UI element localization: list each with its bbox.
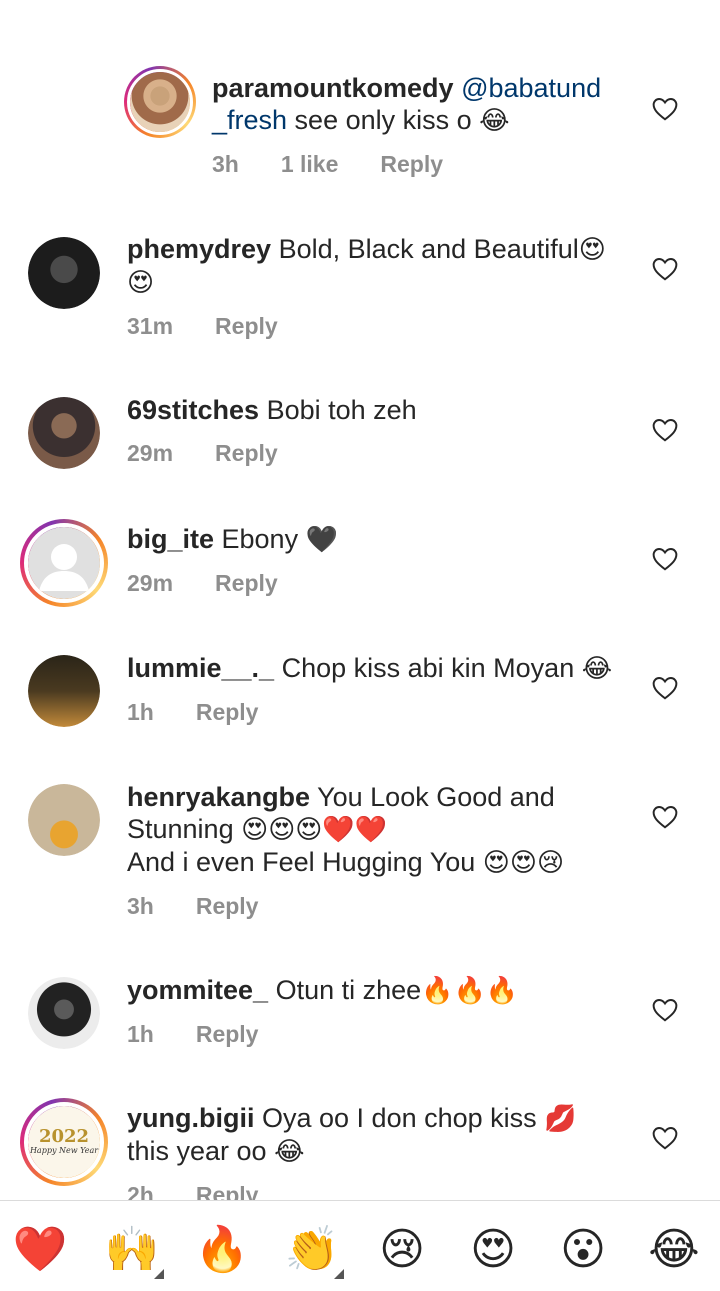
- comment-mention-cont[interactable]: _fresh: [212, 105, 287, 135]
- laughing-emoji-icon: 😂: [479, 106, 510, 136]
- avatar[interactable]: [28, 784, 100, 856]
- comment-text: yung.bigii Oya oo I don chop kiss 💋 this…: [127, 1102, 627, 1168]
- heart-eyes-and-hearts-emoji-icon: 😍😍😍❤️❤️: [241, 815, 388, 845]
- comment-time: 29m: [127, 570, 174, 596]
- like-heart-icon[interactable]: [651, 674, 679, 702]
- reply-button[interactable]: Reply: [380, 151, 443, 178]
- comment-mention[interactable]: @babatund: [461, 73, 601, 103]
- like-heart-icon[interactable]: [651, 545, 679, 573]
- avatar[interactable]: [28, 397, 100, 469]
- like-heart-icon[interactable]: [651, 1124, 679, 1152]
- kiss-lips-emoji-icon: 💋: [544, 1104, 577, 1134]
- comment-text: yommitee_ Otun ti zhee🔥🔥🔥: [127, 974, 627, 1007]
- comment-time: 3h: [212, 151, 239, 177]
- reply-button[interactable]: Reply: [215, 313, 278, 340]
- heart-eyes-and-crying-emoji-icon: 😍😍😢: [482, 848, 565, 878]
- avatar[interactable]: [28, 655, 100, 727]
- avatar[interactable]: 2022 Happy New Year: [20, 1098, 108, 1186]
- comment-body: see only kiss o: [287, 105, 480, 135]
- clapping-hands-emoji-button[interactable]: 👏: [284, 1221, 344, 1279]
- like-heart-icon[interactable]: [651, 255, 679, 283]
- heart-eyes-emoji-icon: 😍: [127, 268, 155, 298]
- like-heart-icon[interactable]: [651, 803, 679, 831]
- comment-body: Bobi toh zeh: [259, 395, 417, 425]
- comment-username[interactable]: henryakangbe: [127, 782, 310, 812]
- avatar[interactable]: [124, 66, 196, 138]
- emoji-reaction-bar: ❤️ 🙌 🔥 👏 😢 😍 😮 😂: [0, 1201, 720, 1291]
- comment-username[interactable]: phemydrey: [127, 234, 271, 264]
- comment-username[interactable]: lummie__._: [127, 653, 274, 683]
- comment-text: henryakangbe You Look Good and Stunning …: [127, 781, 637, 879]
- like-heart-icon[interactable]: [651, 95, 679, 123]
- crying-face-emoji-button[interactable]: 😢: [374, 1221, 430, 1277]
- default-avatar-icon: [39, 544, 89, 591]
- comment-body: Otun ti zhee: [268, 975, 422, 1005]
- comment-body: Chop kiss abi kin Moyan: [274, 653, 582, 683]
- comment-body: Ebony: [214, 524, 306, 554]
- clapping-hands-emoji-icon: 👏: [284, 1224, 340, 1275]
- comment-text: 69stitches Bobi toh zeh: [127, 394, 627, 426]
- comment-body-line2: And i even Feel Hugging You: [127, 847, 483, 877]
- comment-username[interactable]: paramountkomedy: [212, 73, 454, 103]
- avatar-greeting-text: Happy New Year: [29, 1146, 99, 1155]
- comment-username[interactable]: 69stitches: [127, 395, 259, 425]
- comment-time: 1h: [127, 699, 154, 725]
- comment-text: big_ite Ebony 🖤: [127, 523, 627, 556]
- comment-text: phemydrey Bold, Black and Beautiful😍 😍: [127, 233, 627, 299]
- reply-button[interactable]: Reply: [196, 1021, 259, 1048]
- reply-button[interactable]: Reply: [215, 570, 278, 597]
- variant-indicator-icon: [154, 1269, 164, 1279]
- comment-text: paramountkomedy @babatund _fresh see onl…: [212, 72, 612, 137]
- variant-indicator-icon: [334, 1269, 344, 1279]
- comment-body: Bold, Black and Beautiful: [271, 234, 579, 264]
- comments-list[interactable]: paramountkomedy @babatund _fresh see onl…: [0, 0, 720, 1200]
- reply-button[interactable]: Reply: [215, 440, 278, 467]
- raising-hands-emoji-button[interactable]: 🙌: [104, 1221, 164, 1279]
- comment-time: 31m: [127, 313, 174, 339]
- black-heart-emoji-icon: 🖤: [305, 525, 338, 555]
- comment-time: 2h: [127, 1182, 154, 1200]
- like-heart-icon[interactable]: [651, 996, 679, 1024]
- reply-button[interactable]: Reply: [196, 699, 259, 726]
- fire-emoji-icon: 🔥🔥🔥: [421, 976, 519, 1006]
- comment-username[interactable]: yommitee_: [127, 975, 268, 1005]
- heart-eyes-emoji-button[interactable]: 😍: [465, 1221, 521, 1277]
- comment-username[interactable]: big_ite: [127, 524, 214, 554]
- comment-body-line2: this year oo: [127, 1136, 275, 1166]
- avatar-year-text: 2022: [38, 1126, 90, 1147]
- comment-likes[interactable]: 1 like: [281, 151, 339, 178]
- tears-of-joy-emoji-button[interactable]: 😂: [646, 1221, 702, 1277]
- red-heart-emoji-button[interactable]: ❤️: [12, 1221, 68, 1277]
- avatar[interactable]: [20, 519, 108, 607]
- raising-hands-emoji-icon: 🙌: [104, 1224, 160, 1275]
- reply-button[interactable]: Reply: [196, 1182, 259, 1200]
- heart-eyes-emoji-icon: 😍: [578, 235, 606, 265]
- comment-time: 29m: [127, 440, 174, 466]
- laughing-emoji-icon: 😂: [274, 1137, 305, 1167]
- reply-button[interactable]: Reply: [196, 893, 259, 920]
- comment-time: 3h: [127, 893, 154, 919]
- fire-emoji-button[interactable]: 🔥: [194, 1221, 250, 1277]
- comment-text: lummie__._ Chop kiss abi kin Moyan 😂: [127, 652, 627, 685]
- laughing-emoji-icon: 😂: [581, 654, 613, 684]
- astonished-face-emoji-button[interactable]: 😮: [555, 1221, 611, 1277]
- avatar[interactable]: [28, 237, 100, 309]
- comment-body: Oya oo I don chop kiss: [254, 1103, 545, 1133]
- comment-time: 1h: [127, 1021, 154, 1047]
- avatar[interactable]: [28, 977, 100, 1049]
- comment-username[interactable]: yung.bigii: [127, 1103, 255, 1133]
- like-heart-icon[interactable]: [651, 416, 679, 444]
